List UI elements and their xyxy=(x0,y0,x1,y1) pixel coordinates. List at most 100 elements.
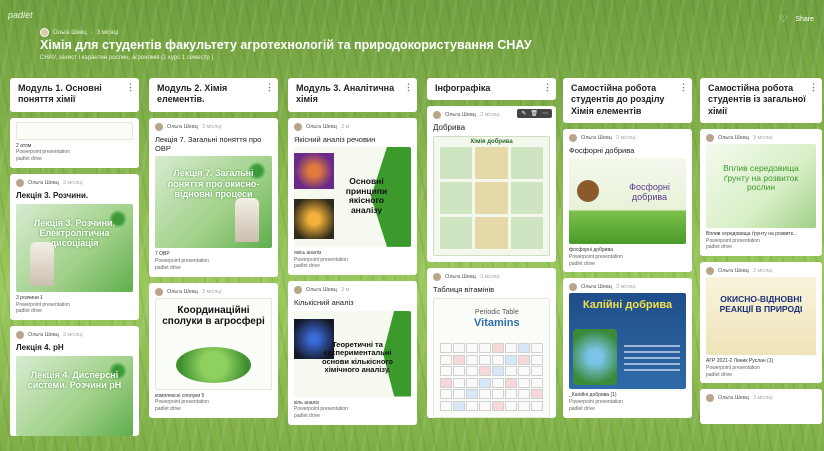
post-byline: Ольга Шевц 3 місяці xyxy=(563,129,692,144)
post-byline: Ольга Шевц 3 місяці xyxy=(563,278,692,293)
periodic-cell xyxy=(518,377,530,388)
attachment-source: padlet drive xyxy=(294,413,320,419)
periodic-cell xyxy=(518,400,530,411)
column-self-study-general: Самостійна робота студентів із загальної… xyxy=(700,78,822,451)
post-title: Лекція 7. Загальні поняття про ОВР xyxy=(155,134,262,153)
post-card[interactable]: Ольга Шевц 3 місяці Вплив середовища ґру… xyxy=(700,128,822,256)
edit-icon[interactable]: ✎ xyxy=(521,110,526,117)
post-title: Фосфорні добрива xyxy=(569,145,635,155)
periodic-cell xyxy=(518,366,530,377)
post-card[interactable]: Ольга Шевц 3 місяці Калійні добрива _Кал… xyxy=(563,278,692,418)
column-header[interactable]: Модуль 1. Основні поняття хімії ⋮ xyxy=(10,78,139,112)
more-options-icon[interactable]: ⋮ xyxy=(126,82,135,93)
slide-title: Координаційні сполуки в агросфері xyxy=(162,304,265,328)
post-title: Лекція 4. pH xyxy=(16,343,64,352)
periodic-cell xyxy=(466,377,478,388)
periodic-cell xyxy=(466,343,478,354)
post-byline: Ольга Шевц 3 місяці xyxy=(700,129,822,144)
more-options-icon[interactable]: ⋮ xyxy=(809,82,818,93)
post-card[interactable]: Ольга Шевц 3 м Кількісний аналіз Теорети… xyxy=(288,281,417,425)
author-avatar xyxy=(155,122,163,131)
periodic-cell xyxy=(531,400,543,411)
heart-icon[interactable]: ♡ xyxy=(779,14,787,25)
post-byline: Ольга Шевц 3 місяці xyxy=(149,118,278,133)
card-footer: Вплив середовища ґрунту на розвитк... Po… xyxy=(700,228,822,256)
attachment-source: padlet drive xyxy=(16,156,42,162)
periodic-cell xyxy=(440,377,452,388)
attachment-source: padlet drive xyxy=(155,264,181,271)
share-button[interactable]: Share xyxy=(795,16,814,23)
board-subtitle: СНАУ, захист і карантин рослин, агрономі… xyxy=(40,55,214,61)
periodic-cell xyxy=(492,366,504,377)
post-card[interactable]: Ольга Шевц 3 місяці Лекція 4. pH Лекція … xyxy=(10,326,139,436)
periodic-cell xyxy=(440,400,452,411)
post-card[interactable]: Ольга Шевц 3 місяці Лекція 7. Загальні п… xyxy=(149,117,278,277)
card-footer: АГР 2021-2 Линик Руслан (1) Powerpoint p… xyxy=(700,355,822,383)
column-module-2: Модуль 2. Хімія елементів. ⋮ Ольга Шевц … xyxy=(149,78,278,451)
author-avatar[interactable] xyxy=(40,28,49,37)
author-avatar xyxy=(569,283,577,292)
author-avatar xyxy=(294,286,302,295)
card-body-spacer xyxy=(700,404,822,424)
post-card[interactable]: Ольга Шевц 3 місяці Координаційні сполук… xyxy=(149,282,278,418)
periodic-cell xyxy=(492,400,504,411)
attachment-type: Powerpoint presentation xyxy=(16,301,70,308)
slide-title: Лекція 4. Дисперсні системи. Розчини pH xyxy=(27,370,122,391)
column-header[interactable]: Модуль 3. Аналітична хімія ⋮ xyxy=(288,78,417,112)
delete-icon[interactable]: 🗑 xyxy=(530,110,538,117)
column-title: Інфографіка xyxy=(435,83,491,93)
column-header[interactable]: Інфографіка ⋮ xyxy=(427,78,556,101)
post-card[interactable]: Ольга Шевц 3 місяці Таблиця вітамінів Pe… xyxy=(427,268,556,418)
post-author: Ольга Шевц xyxy=(167,123,198,130)
post-author: Ольга Шевц xyxy=(445,112,476,119)
post-card[interactable]: Ольга Шевц 3 місяці ОКИСНО-ВІДНОВНІ РЕАК… xyxy=(700,262,822,384)
periodic-cell xyxy=(531,343,543,354)
attachment-caption: 3 розчини 1 xyxy=(16,294,43,301)
author-avatar xyxy=(706,267,714,275)
author-avatar xyxy=(569,133,577,142)
post-card[interactable]: Ольга Шевц 3 місяці Фосфорні добрива Фос… xyxy=(563,128,692,273)
author-avatar xyxy=(706,133,714,142)
column-header[interactable]: Самостійна робота студентів із загальної… xyxy=(700,78,822,123)
board-title: Хімія для студентів факультету агротехно… xyxy=(40,38,532,52)
post-edit-toolbar: ✎ 🗑 ⋯ xyxy=(517,109,552,119)
more-options-icon[interactable]: ⋮ xyxy=(404,82,413,93)
padlet-logo[interactable]: padlet xyxy=(8,10,33,20)
attachment-type: Powerpoint presentation xyxy=(294,256,348,263)
attachment-caption: фосфорні добрива xyxy=(569,247,613,254)
post-time: 3 м xyxy=(340,287,350,294)
column-header[interactable]: Модуль 2. Хімія елементів. ⋮ xyxy=(149,78,278,112)
more-options-icon[interactable]: ⋮ xyxy=(265,82,274,93)
periodic-cell xyxy=(466,400,478,411)
periodic-cell xyxy=(466,354,478,365)
periodic-cell xyxy=(466,366,478,377)
column-header[interactable]: Самостійна робота студентів до розділу Х… xyxy=(563,78,692,123)
periodic-cell xyxy=(492,354,504,365)
slide-title: Фосфорні добрива xyxy=(629,182,670,203)
attachment-source: padlet drive xyxy=(706,244,732,251)
post-byline: Ольга Шевц 3 м xyxy=(288,118,417,133)
post-card[interactable]: 2 атом Powerpoint presentation padlet dr… xyxy=(10,117,139,168)
periodic-cell xyxy=(531,354,543,365)
column-module-3: Модуль 3. Аналітична хімія ⋮ Ольга Шевц … xyxy=(288,78,417,451)
periodic-cell xyxy=(440,354,452,365)
post-card[interactable]: ✎ 🗑 ⋯ Ольга Шевц 3 місяці Добрива Хімія … xyxy=(427,106,556,263)
periodic-cell xyxy=(505,343,517,354)
more-options-icon[interactable]: ⋮ xyxy=(543,82,552,93)
more-icon[interactable]: ⋯ xyxy=(542,110,548,117)
attachment-caption: АГР 2021-2 Линик Руслан (1) xyxy=(706,358,774,364)
post-card[interactable]: Ольга Шевц 3 м Якісний аналіз речовин Ос… xyxy=(288,117,417,276)
board-meta: Ольга Шевц · 3 місяці xyxy=(40,28,118,37)
column-title: Модуль 2. Хімія елементів. xyxy=(157,83,228,105)
periodic-cell xyxy=(453,354,465,365)
post-time: 3 місяці xyxy=(615,134,636,141)
attachment-caption: комплексні сполуки 5 xyxy=(155,392,205,399)
periodic-cell xyxy=(505,389,517,400)
more-options-icon[interactable]: ⋮ xyxy=(679,82,688,93)
post-card[interactable]: Ольга Шевц 3 місяці xyxy=(700,389,822,425)
post-card[interactable]: Ольга Шевц 3 місяці Лекція 3. Розчини. Л… xyxy=(10,173,139,320)
author-avatar xyxy=(294,122,302,131)
slide-thumbnail: Лекція 3. Розчини. Електролітична дисоці… xyxy=(16,203,133,292)
slide-thumbnail: Калійні добрива xyxy=(569,293,686,390)
post-author: Ольга Шевц xyxy=(306,287,337,294)
